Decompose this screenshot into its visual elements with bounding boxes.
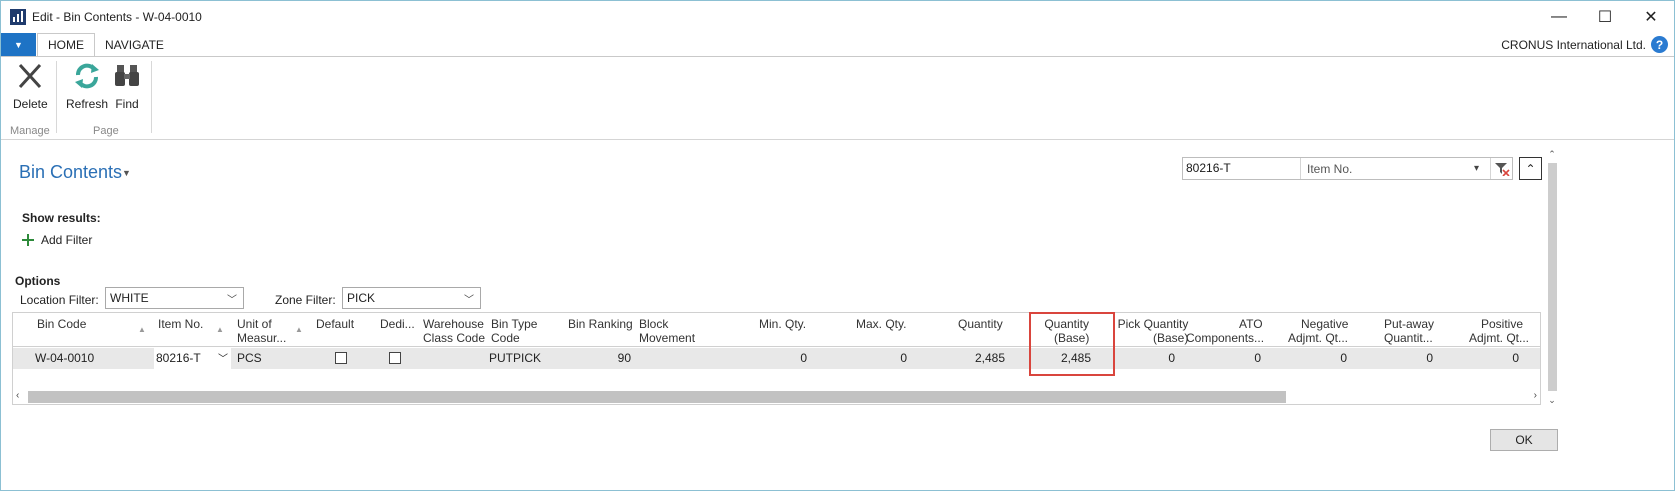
tab-home[interactable]: HOME: [37, 33, 95, 57]
cell-item-no: 80216-T: [156, 351, 201, 365]
scroll-left-icon[interactable]: ‹: [16, 390, 19, 401]
add-filter-label: Add Filter: [41, 233, 93, 247]
dialog-window: Edit - Bin Contents - W-04-0010 — ☐ ✕ ▼ …: [0, 0, 1675, 491]
delete-icon: [19, 63, 42, 89]
col-dedicated[interactable]: Dedi...: [380, 317, 415, 331]
cell-bin-type-code[interactable]: PUTPICK: [489, 351, 541, 365]
plus-icon: [22, 234, 34, 246]
col-default[interactable]: Default: [316, 317, 354, 331]
tab-navigate[interactable]: NAVIGATE: [95, 33, 174, 57]
quick-filter-box: 80216-T Item No. ▾: [1182, 157, 1513, 180]
table-row[interactable]: W-04-0010 80216-T ﹀ PCS PUTPICK 90 0 0 2…: [13, 348, 1540, 369]
col-negative-adjmt[interactable]: Negative Adjmt. Qt...: [1288, 317, 1348, 345]
cell-unit-of-measure[interactable]: PCS: [237, 351, 262, 365]
location-filter-label: Location Filter:: [20, 293, 99, 307]
horizontal-scrollbar[interactable]: ‹ ›: [12, 389, 1541, 405]
cell-quantity[interactable]: 2,485: [947, 351, 1005, 365]
col-unit-of-measure[interactable]: Unit of Measur...: [237, 317, 286, 345]
delete-label: Delete: [13, 97, 48, 111]
binoculars-icon: [115, 65, 139, 86]
cell-put-away-quantity[interactable]: 0: [1375, 351, 1433, 365]
cell-positive-adjmt[interactable]: 0: [1461, 351, 1519, 365]
sort-icon[interactable]: ▲: [295, 325, 303, 334]
refresh-button[interactable]: Refresh: [66, 61, 108, 111]
zone-filter-value: PICK: [347, 291, 376, 305]
ribbon: Delete Refresh Find Manage Page: [1, 56, 1674, 140]
scroll-down-icon[interactable]: ⌄: [1546, 395, 1558, 406]
scrollbar-thumb[interactable]: [28, 391, 1286, 403]
grid-header: Bin Code ▲ Item No. ▲ Unit of Measur... ▲…: [13, 313, 1540, 347]
company-name[interactable]: CRONUS International Ltd.: [1501, 38, 1646, 52]
close-button[interactable]: ✕: [1628, 1, 1674, 33]
sort-icon[interactable]: ▲: [138, 325, 146, 334]
col-bin-type-code[interactable]: Bin Type Code: [491, 317, 537, 345]
col-item-no[interactable]: Item No.: [158, 317, 203, 331]
window-title: Edit - Bin Contents - W-04-0010: [32, 10, 202, 24]
help-icon[interactable]: ?: [1651, 36, 1668, 53]
minimize-button[interactable]: —: [1536, 1, 1582, 33]
col-positive-adjmt[interactable]: Positive Adjmt. Qt...: [1469, 317, 1529, 345]
col-max-qty[interactable]: Max. Qty.: [856, 317, 906, 331]
col-min-qty[interactable]: Min. Qty.: [759, 317, 806, 331]
col-bin-code[interactable]: Bin Code: [37, 317, 86, 331]
cell-max-qty[interactable]: 0: [849, 351, 907, 365]
find-label: Find: [115, 97, 139, 111]
scrollbar-thumb[interactable]: [1548, 163, 1557, 391]
cell-ato-components[interactable]: 0: [1203, 351, 1261, 365]
vertical-scrollbar[interactable]: ⌃ ⌄: [1546, 149, 1558, 409]
chevron-down-icon[interactable]: ▾: [1474, 163, 1490, 174]
maximize-button[interactable]: ☐: [1582, 1, 1628, 33]
collapse-filter-button[interactable]: ⌃: [1519, 157, 1542, 180]
page-title[interactable]: Bin Contents: [19, 162, 122, 183]
scroll-up-icon[interactable]: ⌃: [1546, 149, 1558, 160]
clear-filter-icon: [1494, 162, 1510, 176]
cell-negative-adjmt[interactable]: 0: [1289, 351, 1347, 365]
cell-bin-code[interactable]: W-04-0010: [35, 351, 94, 365]
col-quantity[interactable]: Quantity: [958, 317, 1003, 331]
app-icon: [10, 9, 26, 25]
cell-pick-quantity-base[interactable]: 0: [1117, 351, 1175, 365]
highlight-box: [1029, 312, 1115, 376]
default-checkbox[interactable]: [335, 352, 347, 364]
col-warehouse-class-code[interactable]: Warehouse Class Code: [423, 317, 485, 345]
refresh-icon: [75, 63, 100, 89]
col-put-away-quantity[interactable]: Put-away Quantit...: [1384, 317, 1434, 345]
chevron-down-icon[interactable]: ▼: [122, 168, 131, 178]
scroll-right-icon[interactable]: ›: [1534, 390, 1537, 401]
clear-filter-button[interactable]: [1490, 158, 1512, 179]
dedicated-checkbox[interactable]: [389, 352, 401, 364]
col-pick-quantity-base[interactable]: Pick Quantity (Base): [1107, 317, 1189, 345]
chevron-down-icon: ﹀: [227, 295, 237, 306]
search-input[interactable]: 80216-T: [1183, 158, 1301, 179]
col-bin-ranking[interactable]: Bin Ranking: [568, 317, 633, 331]
chevron-down-icon[interactable]: ﹀: [218, 350, 228, 365]
cell-min-qty[interactable]: 0: [749, 351, 807, 365]
chevron-down-icon: ﹀: [464, 295, 474, 306]
file-menu-button[interactable]: ▼: [1, 33, 36, 57]
location-filter-value: WHITE: [110, 291, 149, 305]
add-filter-button[interactable]: Add Filter: [22, 233, 92, 247]
find-button[interactable]: Find: [114, 61, 140, 111]
group-label-manage: Manage: [10, 125, 50, 137]
delete-button[interactable]: Delete: [13, 61, 48, 111]
zone-filter-label: Zone Filter:: [275, 293, 336, 307]
group-label-page: Page: [93, 125, 119, 137]
col-block-movement[interactable]: Block Movement: [639, 317, 695, 345]
location-filter-select[interactable]: WHITE ﹀: [105, 287, 244, 309]
item-no-field[interactable]: 80216-T ﹀: [154, 348, 231, 369]
cell-bin-ranking[interactable]: 90: [573, 351, 631, 365]
show-results-label: Show results:: [22, 211, 101, 225]
sort-icon[interactable]: ▲: [216, 325, 224, 334]
col-ato-components[interactable]: ATO Components...: [1186, 317, 1264, 345]
options-label: Options: [15, 274, 61, 288]
filter-field-select[interactable]: Item No.: [1301, 162, 1474, 176]
ok-button[interactable]: OK: [1490, 429, 1558, 451]
title-bar: Edit - Bin Contents - W-04-0010 — ☐ ✕: [1, 1, 1674, 33]
zone-filter-select[interactable]: PICK ﹀: [342, 287, 481, 309]
refresh-label: Refresh: [66, 97, 109, 111]
ribbon-tabs: ▼ HOME NAVIGATE CRONUS International Ltd…: [1, 33, 1674, 57]
